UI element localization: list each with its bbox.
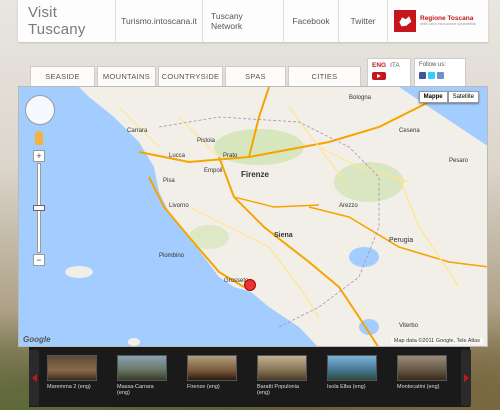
thumbnail-item[interactable]: Maremma 2 (eng) [47,355,97,397]
region-logo-icon [394,10,416,32]
facebook-icon[interactable] [419,72,426,79]
language-selector: ENG ITA [367,58,411,88]
map-label-pisa: Pisa [163,178,175,184]
strip-next-arrow-icon[interactable] [461,350,471,406]
pan-control[interactable] [25,95,55,125]
thumbnail-item[interactable]: Isola Elba (eng) [327,355,377,397]
lang-ita[interactable]: ITA [390,62,400,69]
thumbnail-item[interactable]: Firenze (eng) [187,355,237,397]
strip-prev-arrow-icon[interactable] [29,350,39,406]
map-label-cesena: Cesena [399,128,420,134]
follow-label: Follow us: [419,62,447,68]
thumbnail-caption: Maremma 2 (eng) [47,384,91,390]
thumbnail-item[interactable]: Montecatini (eng) [397,355,447,397]
thumbnail-image[interactable] [187,355,237,381]
map-label-pesaro: Pesaro [449,158,469,164]
map-label-lucca: Lucca [169,153,186,159]
map-label-perugia: Perugia [389,237,413,244]
map-type-control: Mappe Satellite [418,91,479,103]
thumbnail-caption: Montecatini (eng) [397,384,440,390]
zoom-in-button[interactable]: + [33,150,45,162]
map-label-prato: Prato [223,153,238,159]
thumbnail-image[interactable] [397,355,447,381]
google-logo: Google [23,335,51,344]
thumbnail-item[interactable]: Massa-Carrara (eng) [117,355,167,397]
category-tabs: SEASIDE MOUNTAINS COUNTRYSIDE SPAS CITIE… [30,66,363,86]
tab-seaside[interactable]: SEASIDE [30,66,95,86]
thumbnail-caption: Firenze (eng) [187,384,220,390]
street-view-pegman-icon[interactable] [35,131,43,145]
map-type-map-button[interactable]: Mappe [418,91,448,103]
follow-us-box: Follow us: [414,58,466,88]
thumbnail-caption: Isola Elba (eng) [327,384,366,390]
zoom-out-button[interactable]: − [33,254,45,266]
thumbnail-image[interactable] [47,355,97,381]
map-label-piombino: Piombino [159,253,185,259]
thumbnail-caption: Baratti Populonia (eng) [257,384,299,397]
zoom-slider-thumb[interactable] [33,205,45,211]
map-label-livorno: Livorno [169,203,189,209]
top-header: Visit Tuscany Turismo.intoscana.it Tusca… [18,0,488,42]
tab-cities[interactable]: CITIES [288,66,361,86]
lang-eng[interactable]: ENG [372,62,386,69]
thumbnail-list: Maremma 2 (eng) Massa-Carrara (eng) Fire… [47,355,447,397]
tab-mountains[interactable]: MOUNTAINS [97,66,156,86]
region-subtitle: diritti valori innovazione sostenibilità [420,21,476,26]
tab-spas[interactable]: SPAS [225,66,286,86]
twitter-icon[interactable] [428,72,435,79]
thumbnail-caption: Massa-Carrara (eng) [117,384,154,397]
link-turismo[interactable]: Turismo.intoscana.it [115,0,202,42]
map-label-carrara: Carrara [127,128,148,134]
map-attribution: Map data ©2011 Google, Tele Atlas [390,338,483,344]
tab-countryside[interactable]: COUNTRYSIDE [158,66,223,86]
map-label-viterbo: Viterbo [399,323,419,329]
link-twitter[interactable]: Twitter [338,0,387,42]
location-marker-icon[interactable] [244,279,256,291]
link-tuscany-network[interactable]: Tuscany Network [202,0,283,42]
region-badge[interactable]: Regione Toscana diritti valori innovazio… [387,0,488,42]
map-canvas[interactable]: Lucca Pistoia Prato Firenze Pisa Livorno… [19,87,488,347]
map-label-firenze: Firenze [241,170,270,179]
thumbnail-image[interactable] [327,355,377,381]
map-label-empoli: Empoli [204,168,222,174]
link-facebook[interactable]: Facebook [283,0,338,42]
map-label-pistoia: Pistoia [197,138,216,144]
youtube-icon[interactable] [372,72,386,80]
map-view[interactable]: Lucca Pistoia Prato Firenze Pisa Livorno… [18,86,488,347]
map-label-arezzo: Arezzo [339,203,358,209]
map-label-bologna: Bologna [349,95,372,101]
thumbnail-image[interactable] [257,355,307,381]
share-icon[interactable] [437,72,444,79]
map-type-satellite-button[interactable]: Satellite [447,91,479,103]
thumbnail-item[interactable]: Baratti Populonia (eng) [257,355,307,397]
map-label-siena: Siena [274,232,293,239]
site-title[interactable]: Visit Tuscany [18,0,115,42]
thumbnail-image[interactable] [117,355,167,381]
